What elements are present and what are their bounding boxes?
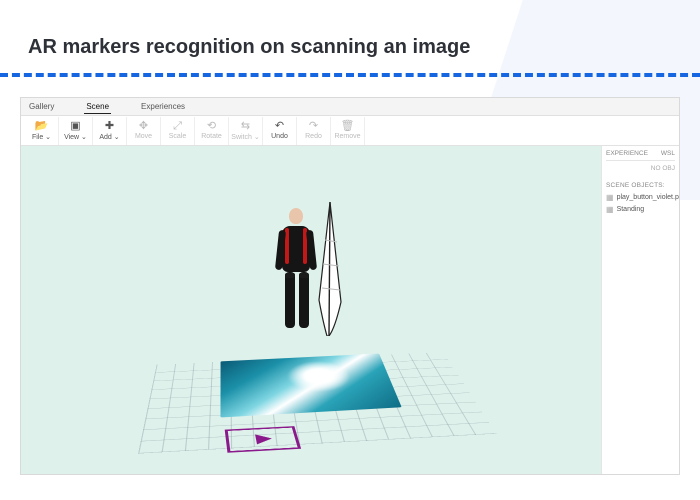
3d-viewport[interactable] (21, 146, 601, 474)
scale-icon: ⤢ (173, 121, 182, 132)
remove-button[interactable]: 🗑Remove (331, 117, 365, 145)
toolbar: 📂File ⌄ ▣View ⌄ ✚Add ⌄ ✥Move ⤢Scale ⟲Rot… (21, 116, 679, 146)
file-button[interactable]: 📂File ⌄ (25, 117, 59, 145)
top-tabs: Gallery Scene Experiences (21, 98, 679, 116)
sidetab-experience[interactable]: EXPERIENCE (606, 150, 648, 157)
tab-experiences[interactable]: Experiences (139, 100, 187, 113)
divider-dashed (0, 73, 700, 77)
object-icon: ▦ (606, 193, 614, 202)
undo-button[interactable]: ↶Undo (263, 117, 297, 145)
avatar-standing[interactable] (271, 208, 321, 336)
tab-gallery[interactable]: Gallery (27, 100, 56, 113)
move-button[interactable]: ✥Move (127, 117, 161, 145)
trash-icon: 🗑 (341, 121, 355, 132)
layers-icon: ▣ (70, 121, 80, 132)
play-icon (255, 434, 273, 445)
sidetab-wsl[interactable]: WSL (661, 150, 675, 157)
undo-icon: ↶ (275, 121, 284, 132)
scene-object-item[interactable]: ▦Standing (606, 205, 675, 214)
view-button[interactable]: ▣View ⌄ (59, 117, 93, 145)
no-object-label: NO OBJ (606, 165, 675, 172)
workspace: EXPERIENCE WSL NO OBJ SCENE OBJECTS: ▦pl… (21, 146, 679, 474)
folder-open-icon: 📂 (35, 121, 49, 132)
switch-button[interactable]: ⇆Switch ⌄ (229, 117, 263, 145)
rotate-button[interactable]: ⟲Rotate (195, 117, 229, 145)
editor-window: Gallery Scene Experiences 📂File ⌄ ▣View … (20, 97, 680, 475)
object-icon: ▦ (606, 205, 614, 214)
play-button-marker[interactable] (225, 426, 301, 453)
redo-icon: ↷ (309, 121, 318, 132)
scene-objects-heading: SCENE OBJECTS: (606, 182, 675, 189)
rotate-icon: ⟲ (207, 121, 216, 132)
add-button[interactable]: ✚Add ⌄ (93, 117, 127, 145)
switch-icon: ⇆ (241, 121, 250, 132)
page-title: AR markers recognition on scanning an im… (0, 0, 700, 73)
plus-circle-icon: ✚ (105, 121, 114, 132)
scene-object-item[interactable]: ▦play_button_violet.png (606, 193, 675, 202)
scale-button[interactable]: ⤢Scale (161, 117, 195, 145)
marker-image-wave[interactable] (220, 354, 401, 418)
side-panel: EXPERIENCE WSL NO OBJ SCENE OBJECTS: ▦pl… (601, 146, 679, 474)
tab-scene[interactable]: Scene (84, 100, 111, 114)
redo-button[interactable]: ↷Redo (297, 117, 331, 145)
move-icon: ✥ (139, 121, 148, 132)
windsurf-sail[interactable] (317, 202, 343, 336)
